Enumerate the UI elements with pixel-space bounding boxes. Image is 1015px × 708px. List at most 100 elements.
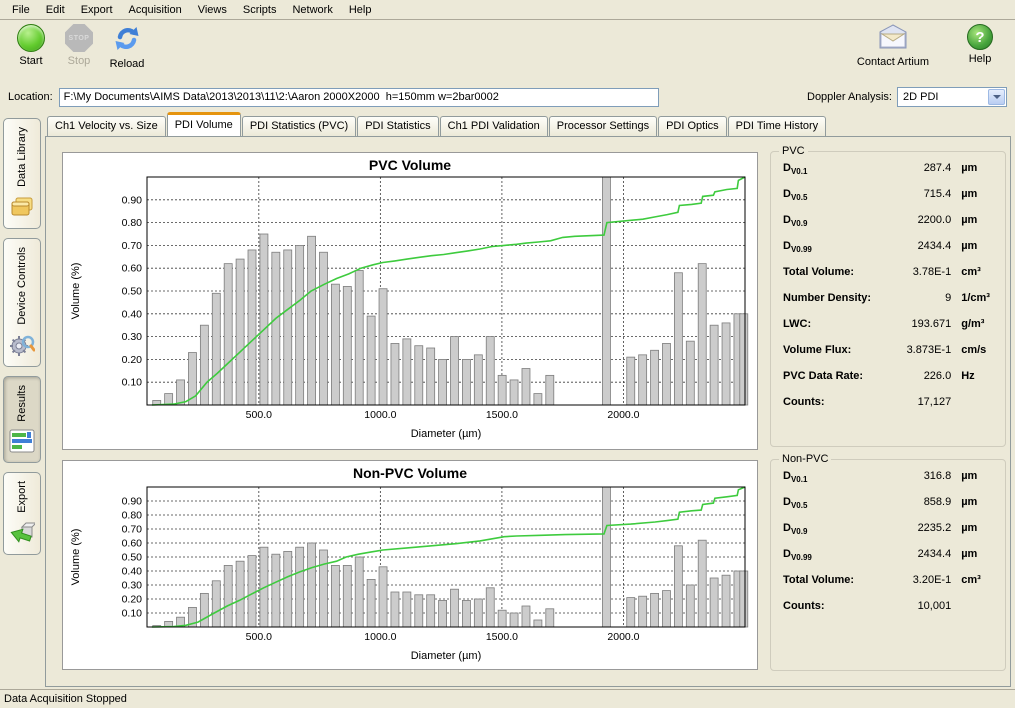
stat-label: Counts: xyxy=(783,396,888,408)
help-button[interactable]: ? Help xyxy=(957,24,1003,68)
contact-artium-button[interactable]: Contact Artium xyxy=(851,24,935,68)
stat-unit: µm xyxy=(951,522,993,534)
stop-button[interactable]: STOP Stop xyxy=(56,24,102,67)
stat-unit: µm xyxy=(951,496,993,508)
svg-text:0.90: 0.90 xyxy=(122,194,143,206)
stat-label: Volume Flux: xyxy=(783,344,888,356)
stop-icon: STOP xyxy=(65,24,93,52)
stat-label: PVC Data Rate: xyxy=(783,370,888,382)
stat-label: Total Volume: xyxy=(783,266,888,278)
pdi-volume-tab-page: PVC Volume 0.10 0.20 0.30 0.40 0.50 0.60 0.70 0… xyxy=(45,136,1011,687)
svg-text:0.20: 0.20 xyxy=(122,354,143,366)
folders-icon xyxy=(9,187,35,222)
sidebar-item-data-library[interactable]: Data Library xyxy=(3,118,41,229)
non-pvc-volume-chart: Non-PVC Volume 0.100.200.300.400.500.600… xyxy=(62,460,758,670)
non-pvc-stats-group: Non-PVC DV0.1316.8µmDV0.5858.9µmDV0.9223… xyxy=(770,459,1006,671)
tab-pdi-optics[interactable]: PDI Optics xyxy=(658,116,727,136)
sidebar-item-export[interactable]: Export xyxy=(3,472,41,555)
menu-item-scripts[interactable]: Scripts xyxy=(235,1,285,19)
menu-item-edit[interactable]: Edit xyxy=(38,1,73,19)
menu-item-views[interactable]: Views xyxy=(190,1,235,19)
menu-item-network[interactable]: Network xyxy=(284,1,340,19)
svg-text:0.90: 0.90 xyxy=(122,496,143,508)
stat-value: 9 xyxy=(888,292,952,304)
stat-row: DV0.92200.0µm xyxy=(779,214,997,240)
pvc-chart-title: PVC Volume xyxy=(63,157,757,173)
svg-text:0.60: 0.60 xyxy=(122,263,143,275)
stat-row: Volume Flux:3.873E-1cm/s xyxy=(779,344,997,370)
sidebar-item-label: Export xyxy=(16,481,28,513)
stat-row: PVC Data Rate:226.0Hz xyxy=(779,370,997,396)
toolbar: Start STOP Stop Reload Contact Art xyxy=(0,20,1015,84)
svg-text:0.30: 0.30 xyxy=(122,580,143,592)
stop-label: Stop xyxy=(68,55,91,67)
stat-label: DV0.99 xyxy=(783,548,888,562)
stat-unit: 1/cm³ xyxy=(951,292,993,304)
stat-value: 3.873E-1 xyxy=(888,344,952,356)
svg-text:Volume (%): Volume (%) xyxy=(70,529,82,586)
tab-pdi-statistics[interactable]: PDI Statistics xyxy=(357,116,438,136)
help-label: Help xyxy=(969,53,992,65)
stat-value: 2235.2 xyxy=(888,522,952,534)
svg-text:2000.0: 2000.0 xyxy=(607,631,639,643)
stat-row: DV0.992434.4µm xyxy=(779,548,997,574)
sidebar-item-results[interactable]: Results xyxy=(3,376,41,464)
menu-item-help[interactable]: Help xyxy=(341,1,380,19)
location-row: Location: Doppler Analysis: 2D PDI xyxy=(0,84,1015,110)
status-text: Data Acquisition Stopped xyxy=(4,693,127,705)
stat-unit: µm xyxy=(951,240,993,252)
location-input[interactable] xyxy=(59,88,659,107)
stat-unit: µm xyxy=(951,548,993,560)
stat-row: DV0.1316.8µm xyxy=(779,470,997,496)
menu-item-export[interactable]: Export xyxy=(73,1,121,19)
tab-pdi-time-history[interactable]: PDI Time History xyxy=(728,116,827,136)
svg-text:0.80: 0.80 xyxy=(122,217,143,229)
gears-icon xyxy=(9,325,35,360)
stat-value: 10,001 xyxy=(888,600,952,612)
reload-label: Reload xyxy=(110,58,145,70)
menu-item-file[interactable]: File xyxy=(4,1,38,19)
chevron-down-icon[interactable] xyxy=(988,89,1005,105)
envelope-icon xyxy=(877,24,909,53)
svg-text:0.50: 0.50 xyxy=(122,286,143,298)
stat-label: Total Volume: xyxy=(783,574,888,586)
tab-processor-settings[interactable]: Processor Settings xyxy=(549,116,657,136)
reload-button[interactable]: Reload xyxy=(104,24,150,70)
tab-control: Ch1 Velocity vs. SizePDI VolumePDI Stati… xyxy=(45,112,1011,689)
stat-value: 3.20E-1 xyxy=(888,574,952,586)
svg-text:0.70: 0.70 xyxy=(122,524,143,536)
doppler-analysis-label: Doppler Analysis: xyxy=(807,91,892,103)
location-label: Location: xyxy=(8,91,53,103)
tab-pdi-volume[interactable]: PDI Volume xyxy=(167,112,241,136)
stat-label: LWC: xyxy=(783,318,888,330)
stat-value: 2434.4 xyxy=(888,548,952,560)
stat-label: DV0.1 xyxy=(783,162,888,176)
pvc-stats-group: PVC DV0.1287.4µmDV0.5715.4µmDV0.92200.0µ… xyxy=(770,151,1006,447)
stat-unit: g/m³ xyxy=(951,318,993,330)
stat-unit: cm³ xyxy=(951,574,993,586)
svg-text:0.60: 0.60 xyxy=(122,538,143,550)
tab-ch1-velocity-vs-size[interactable]: Ch1 Velocity vs. Size xyxy=(47,116,166,136)
pvc-chart-plot: 0.100.200.300.400.500.600.700.800.90500.… xyxy=(63,153,757,449)
doppler-analysis-select[interactable]: 2D PDI xyxy=(897,87,1007,107)
stat-label: DV0.5 xyxy=(783,496,888,510)
svg-text:0.40: 0.40 xyxy=(122,566,143,578)
tab-pdi-statistics-pvc-[interactable]: PDI Statistics (PVC) xyxy=(242,116,356,136)
reload-icon xyxy=(113,24,141,55)
stat-unit: µm xyxy=(951,162,993,174)
stat-row: Total Volume:3.20E-1cm³ xyxy=(779,574,997,600)
doppler-analysis-value: 2D PDI xyxy=(898,91,988,103)
sidebar-item-device-controls[interactable]: Device Controls xyxy=(3,238,41,367)
stat-row: DV0.1287.4µm xyxy=(779,162,997,188)
stat-label: DV0.5 xyxy=(783,188,888,202)
stat-unit: Hz xyxy=(951,370,993,382)
start-button[interactable]: Start xyxy=(8,24,54,67)
svg-text:0.10: 0.10 xyxy=(122,377,143,389)
help-icon: ? xyxy=(967,24,993,50)
tab-ch1-pdi-validation[interactable]: Ch1 PDI Validation xyxy=(440,116,548,136)
pvc-volume-chart: PVC Volume 0.100.200.300.400.500.600.700… xyxy=(62,152,758,450)
stat-row: Number Density:91/cm³ xyxy=(779,292,997,318)
status-bar: Data Acquisition Stopped xyxy=(0,689,1015,708)
menu-item-acquisition[interactable]: Acquisition xyxy=(121,1,190,19)
svg-text:Diameter (µm): Diameter (µm) xyxy=(411,650,482,662)
